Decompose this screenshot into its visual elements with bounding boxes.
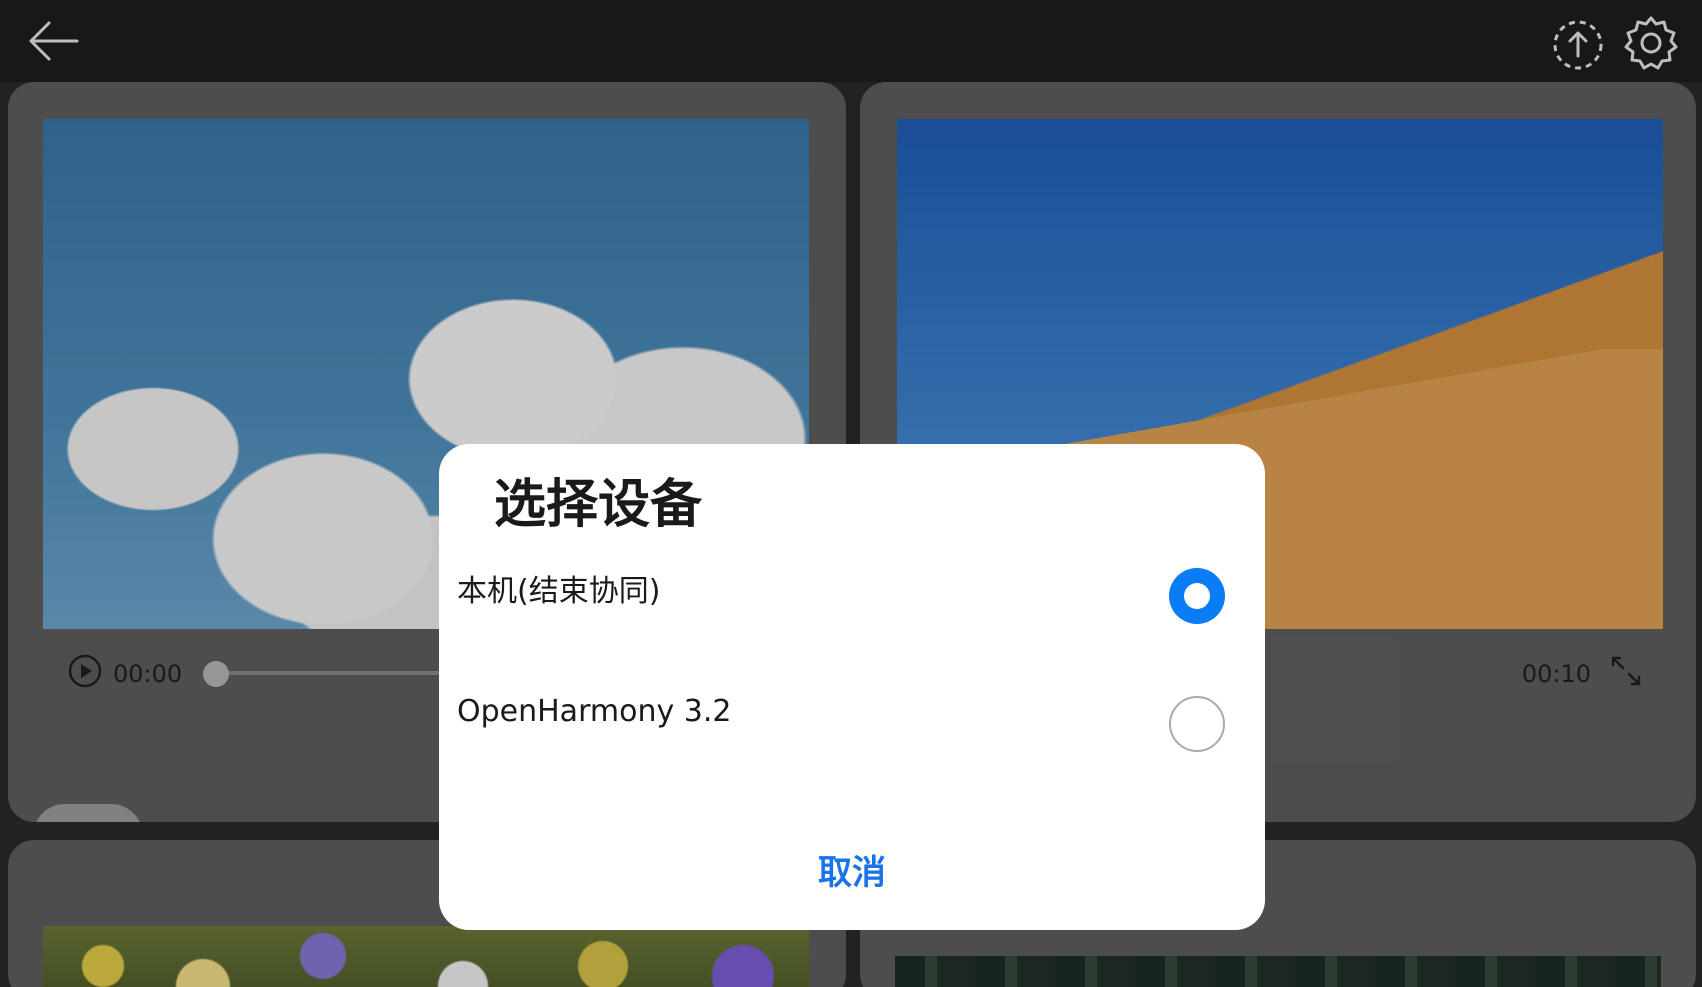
radio-unselected[interactable] (1169, 696, 1225, 752)
select-device-dialog: 选择设备 本机(结束协同) OpenHarmony 3.2 取消 (439, 444, 1265, 930)
device-option-label: OpenHarmony 3.2 (457, 694, 732, 729)
device-option-openharmony[interactable]: OpenHarmony 3.2 (439, 672, 1265, 772)
radio-selected[interactable] (1169, 568, 1225, 624)
dialog-title: 选择设备 (494, 475, 703, 535)
device-option-label: 本机(结束协同) (457, 574, 661, 609)
app-root: 00:00 00:10 选择设备 本机(结束协同) OpenHarmony 3.… (0, 0, 1702, 987)
device-option-local[interactable]: 本机(结束协同) (439, 544, 1265, 644)
cancel-button[interactable]: 取消 (752, 834, 952, 904)
